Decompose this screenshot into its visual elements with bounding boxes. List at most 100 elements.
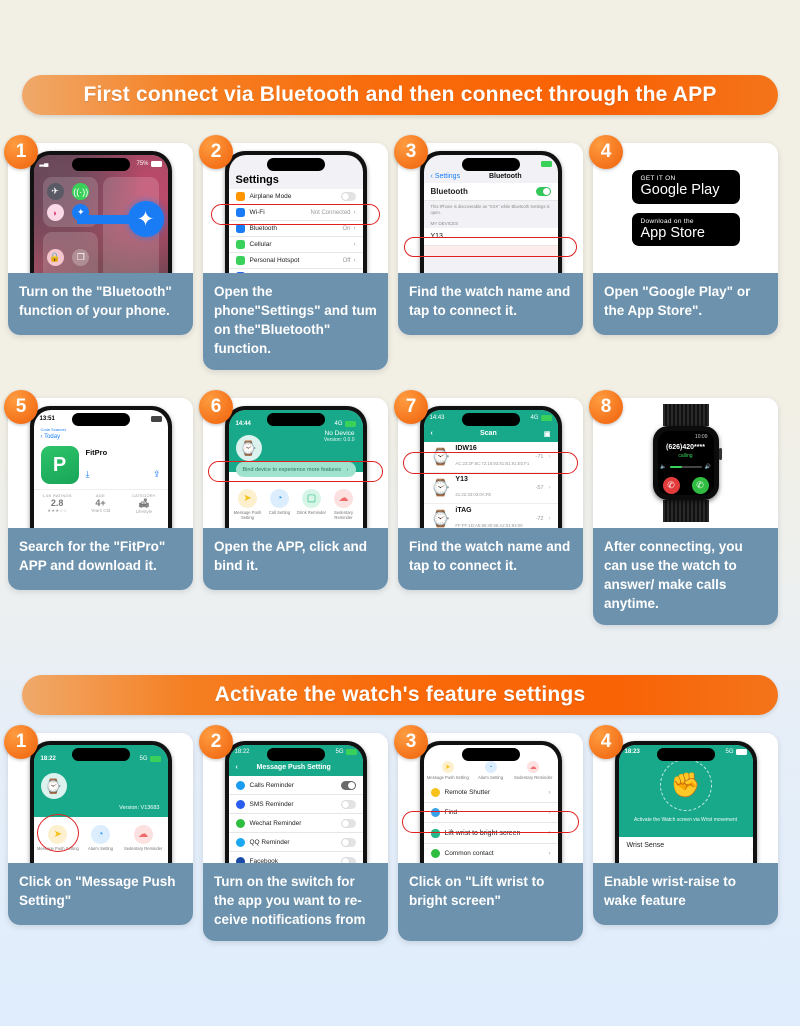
back-button[interactable]: ‹ Today	[34, 432, 168, 442]
setting-row-lift-wrist[interactable]: Lift wrist to bright screen ›	[423, 823, 558, 845]
row-value: Off	[342, 257, 351, 264]
step-card-8[interactable]: 8 10:09 (626)420**** calling 🔈 🔊 ✆ ✆ Aft…	[589, 390, 778, 625]
decline-call-button[interactable]: ✆	[662, 477, 680, 494]
feature-sedentary-reminder[interactable]: ☁ Sedentary Reminder	[512, 761, 555, 780]
settings-row-bluetooth[interactable]: Bluetooth On ›	[228, 221, 363, 237]
step-number-badge: 7	[394, 390, 428, 424]
signal-icon: ▂▄	[39, 161, 49, 167]
row-label: Personal Hotspot	[249, 257, 300, 264]
feature-alarm-setting[interactable]: ◔ Alarm Setting	[469, 761, 512, 780]
page-header: ‹ Message Push Setting	[228, 759, 363, 776]
row-label: Calls Reminder	[249, 781, 294, 789]
step-number-badge: 8	[589, 390, 623, 424]
setting-row-find[interactable]: Find ›	[423, 803, 558, 824]
watch-crown[interactable]	[718, 448, 722, 460]
feature-card-2[interactable]: 2 18:22 5G ‹ Message Push Setting Calls …	[199, 725, 388, 941]
qr-scan-icon[interactable]: ▣	[544, 430, 551, 438]
step-card-7[interactable]: 7 14:43 4G ‹ Scan ▣ ⌚ IDW16 AC:23:3F:6C:…	[394, 390, 583, 625]
feature-message-push[interactable]: ➤ Message Push Setting	[427, 761, 470, 780]
stat-value: 4+	[95, 498, 106, 508]
reminder-row-facebook[interactable]: Facebook	[228, 852, 363, 863]
feature-alarm-setting[interactable]: ◔ Alarm Setting	[79, 825, 122, 851]
settings-row-hotspot[interactable]: Personal Hotspot Off ›	[228, 253, 363, 269]
watch-avatar-icon: ⌚	[235, 435, 262, 461]
battery-icon	[344, 420, 356, 427]
qq-switch[interactable]	[340, 837, 356, 847]
wrist-sense-row[interactable]: Wrist Sense	[618, 837, 753, 854]
reminder-row-wechat[interactable]: Wechat Reminder	[228, 814, 363, 833]
step-card-1[interactable]: 1 ▂▄ 75% ✈ ((·)) ◗ ✦ 🔒 ❐ ✦ Turn on the "…	[4, 135, 193, 370]
airplane-mode-icon[interactable]: ✈	[46, 183, 64, 200]
scan-device-row[interactable]: ⌚ IDW16 AC:23:3F:6C:72:18:93:81:B1:91:E0…	[423, 442, 558, 473]
screen-mirroring-icon[interactable]: ❐	[72, 248, 90, 266]
network-label: 4G	[530, 414, 539, 421]
row-label: Cellular	[249, 241, 272, 248]
download-icon[interactable]: ⤓	[86, 469, 90, 480]
google-play-badge[interactable]: GET IT ON Google Play	[631, 169, 740, 204]
cellular-data-icon[interactable]: ((·))	[72, 183, 90, 200]
row-label: Find	[444, 809, 458, 817]
phone-mockup: ➤ Message Push Setting ◔ Alarm Setting ☁…	[419, 741, 562, 863]
badge-small-text: GET IT ON	[640, 174, 676, 182]
step-card-2[interactable]: 2 Settings Airplane Mode Wi-Fi Not Conne…	[199, 135, 388, 370]
back-button[interactable]: ‹	[236, 764, 238, 771]
step-card-3[interactable]: 3 ‹ Settings Bluetooth Bluetooth This iP…	[394, 135, 583, 370]
wechat-switch[interactable]	[340, 818, 356, 828]
settings-row-wifi[interactable]: Wi-Fi Not Connected ›	[228, 205, 363, 221]
accept-call-button[interactable]: ✆	[691, 477, 709, 494]
app-store-badge[interactable]: Download on the App Store	[631, 212, 740, 247]
feature-card-3[interactable]: 3 ➤ Message Push Setting ◔ Alarm Setting…	[394, 725, 583, 941]
device-row-other[interactable]	[423, 245, 558, 257]
badge-small-text: Download on the	[640, 217, 694, 225]
scan-device-row[interactable]: ⌚ Y13 21:22:33:03:0A:FE -57 ›	[423, 473, 558, 504]
feature-sedentary-reminder[interactable]: ☁ Sedentary Reminder	[328, 489, 360, 521]
feature-sedentary-reminder[interactable]: ☁ Sedentary Reminder	[122, 825, 165, 851]
setting-row-common-contact[interactable]: Common contact ›	[423, 844, 558, 863]
airplane-switch[interactable]	[340, 192, 356, 201]
step-card-6[interactable]: 6 14:44 4G ⌚ No Device Version: 0.0.0 Bi…	[199, 390, 388, 625]
feature-message-push[interactable]: ➤ Message Push Setting	[232, 489, 264, 521]
clock-icon: ◔	[270, 489, 289, 508]
step-caption: Open "Google Play" or the App Store".	[593, 273, 778, 335]
reminder-row-qq[interactable]: QQ Reminder	[228, 833, 363, 852]
setting-row-remote-shutter[interactable]: Remote Shutter ›	[423, 783, 558, 804]
device-row-y13[interactable]: Y13	[423, 227, 558, 246]
bluetooth-switch[interactable]	[535, 187, 551, 196]
step-caption: Turn on the switch for the app you want …	[203, 863, 388, 941]
bluetooth-toggle-row[interactable]: Bluetooth	[423, 183, 558, 201]
step-number-badge: 4	[589, 135, 623, 169]
settings-row-airplane[interactable]: Airplane Mode	[228, 189, 363, 205]
feature-call-setting[interactable]: ◔ Call Setting	[264, 489, 296, 521]
share-icon[interactable]: ⇪	[153, 469, 161, 480]
step-illustration: 18:23 5G ✊ Activate the Watch screen via…	[593, 733, 778, 863]
back-button[interactable]: ‹	[431, 430, 433, 437]
media-tile[interactable]: 🔒 ❐	[42, 232, 98, 273]
airplane-mode-icon	[235, 192, 245, 201]
step-card-4[interactable]: 4 GET IT ON Google Play Download on the …	[589, 135, 778, 370]
step-card-5[interactable]: 5 13:51 Code Scanner ‹ Today P FitPro ⤓ …	[4, 390, 193, 625]
facebook-switch[interactable]	[340, 856, 356, 863]
stat-value: 2.8	[50, 498, 64, 508]
feature-card-1[interactable]: 1 18:22 5G ⌚ Version: V13683 ➤ Message P…	[4, 725, 193, 941]
reminder-row-sms[interactable]: SMS Reminder	[228, 795, 363, 814]
feature-card-4[interactable]: 4 18:23 5G ✊ Activate the Watch screen v…	[589, 725, 778, 941]
steps-row-1: 1 ▂▄ 75% ✈ ((·)) ◗ ✦ 🔒 ❐ ✦ Turn on the "…	[0, 135, 800, 370]
phone-mockup: Settings Airplane Mode Wi-Fi Not Connect…	[224, 151, 367, 273]
reminder-row-calls[interactable]: Calls Reminder	[228, 776, 363, 795]
step-illustration: ‹ Settings Bluetooth Bluetooth This iPho…	[398, 143, 583, 273]
volume-slider[interactable]	[669, 466, 702, 468]
back-button[interactable]: ‹ Settings	[431, 173, 461, 180]
stat-value: 🛋	[138, 498, 150, 508]
scan-device-row[interactable]: ⌚ iTAG FF:FF:1D:A5:86:30:96:A2:01:93:00 …	[423, 504, 558, 528]
settings-row-cellular[interactable]: Cellular ›	[228, 237, 363, 253]
section-banner-bluetooth: First connect via Bluetooth and then con…	[0, 75, 800, 115]
calls-switch[interactable]	[340, 780, 356, 790]
wifi-icon[interactable]: ◗	[46, 204, 64, 221]
phone-notch	[266, 158, 325, 171]
bind-device-bar[interactable]: Bind device to experience more features …	[235, 462, 356, 477]
rotation-lock-icon[interactable]: 🔒	[46, 248, 64, 266]
sms-switch[interactable]	[340, 799, 356, 809]
feature-message-push[interactable]: ➤ Message Push Setting	[37, 825, 80, 851]
feature-drink-reminder[interactable]: ▢ Drink Reminder	[296, 489, 328, 521]
settings-row-vpn[interactable]: VPN Not Connected›	[228, 269, 363, 273]
